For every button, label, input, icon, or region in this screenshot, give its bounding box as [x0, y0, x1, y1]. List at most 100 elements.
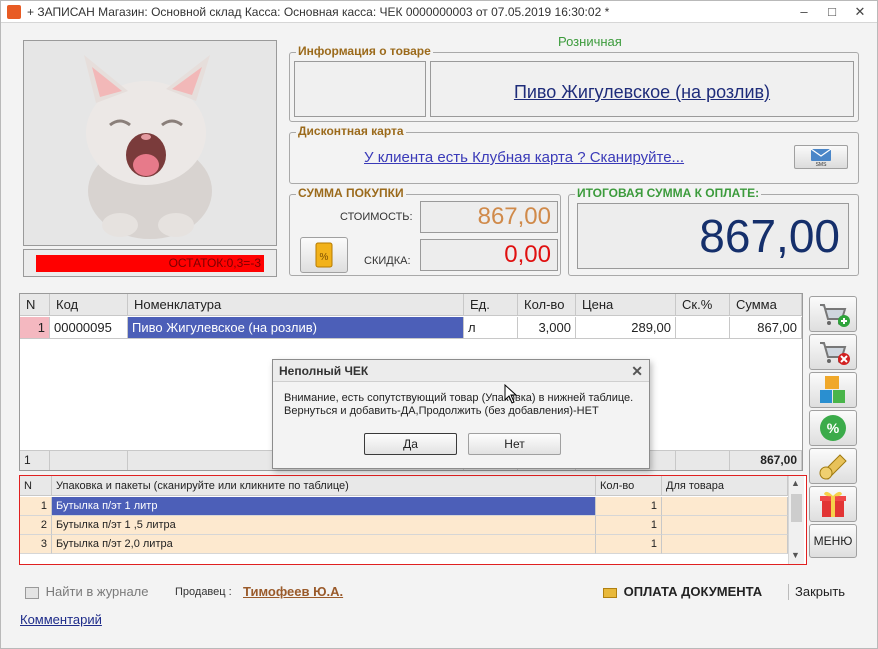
row-disc[interactable]	[676, 317, 730, 339]
col-price-header[interactable]: Цена	[576, 294, 676, 316]
find-in-journal-link[interactable]: Найти в журнале	[25, 584, 149, 599]
total-group: ИТОГОВАЯ СУММА К ОПЛАТЕ: 867,00	[568, 186, 859, 276]
pack-row[interactable]: 1 Бутылка п/эт 1 литр 1	[20, 497, 788, 516]
col-n-header[interactable]: N	[20, 294, 50, 316]
comment-link[interactable]: Комментарий	[20, 612, 102, 627]
cart-add-icon	[820, 304, 850, 327]
total-value: 867,00	[577, 203, 849, 269]
pay-document-button[interactable]: ОПЛАТА ДОКУМЕНТА	[603, 584, 762, 599]
col-name-header[interactable]: Номенклатура	[128, 294, 464, 316]
pay-document-label: ОПЛАТА ДОКУМЕНТА	[623, 584, 763, 599]
pack-col-n-header[interactable]: N	[20, 476, 52, 496]
row-name[interactable]: Пиво Жигулевское (на розлив)	[128, 317, 464, 339]
pack-row-n[interactable]: 2	[20, 516, 52, 535]
purchase-sum-group: СУММА ПОКУПКИ СТОИМОСТЬ: 867,00 % СКИДКА…	[289, 186, 561, 276]
pack-row-for[interactable]	[662, 516, 788, 535]
pack-row[interactable]: 3 Бутылка п/эт 2,0 литра 1	[20, 535, 788, 554]
dialog-no-button[interactable]: Нет	[468, 433, 561, 455]
measure-button[interactable]	[809, 448, 857, 484]
footer-cell	[50, 451, 128, 470]
pack-row-name[interactable]: Бутылка п/эт 1 ,5 литра	[52, 516, 596, 535]
club-card-link[interactable]: У клиента есть Клубная карта ? Сканируйт…	[364, 149, 684, 166]
svg-text:%: %	[827, 420, 840, 436]
pack-row-name[interactable]: Бутылка п/эт 1 литр	[52, 497, 596, 516]
scroll-thumb[interactable]	[791, 494, 802, 522]
col-disc-header[interactable]: Ск.%	[676, 294, 730, 316]
pack-row-qty[interactable]: 1	[596, 535, 662, 554]
pack-scrollbar[interactable]: ▲ ▼	[788, 476, 804, 564]
pack-row-qty[interactable]: 1	[596, 516, 662, 535]
pack-row[interactable]: 2 Бутылка п/эт 1 ,5 литра 1	[20, 516, 788, 535]
pack-row-name[interactable]: Бутылка п/эт 2,0 литра	[52, 535, 596, 554]
discount-label: СКИДКА:	[364, 255, 411, 267]
product-info-group: Информация о товаре Пиво Жигулевское (на…	[289, 44, 859, 122]
discount-value: 0,00	[420, 239, 558, 271]
pack-row-for[interactable]	[662, 497, 788, 516]
pay-folder-icon	[603, 587, 617, 598]
col-sum-header[interactable]: Сумма	[730, 294, 802, 316]
dialog-title: Неполный ЧЕК	[279, 364, 369, 378]
stock-frame: ОСТАТОК:0,3=-3	[23, 249, 277, 277]
svg-text:%: %	[320, 252, 329, 263]
discount-card-legend: Дисконтная карта	[296, 124, 406, 138]
row-price[interactable]: 289,00	[576, 317, 676, 339]
app-icon	[7, 5, 21, 19]
discount-percent-button[interactable]: %	[809, 410, 857, 446]
cart-remove-icon	[820, 342, 850, 365]
pack-row-for[interactable]	[662, 535, 788, 554]
main-window: + ЗАПИСАН Магазин: Основной склад Касса:…	[0, 0, 878, 649]
tape-measure-icon	[819, 454, 847, 480]
pack-col-for-header[interactable]: Для товара	[662, 476, 788, 496]
pack-row-n[interactable]: 1	[20, 497, 52, 516]
close-form-button[interactable]: Закрыть	[795, 584, 845, 599]
cost-value: 867,00	[420, 201, 558, 233]
dialog-message-line2: Вернуться и добавить-ДА,Продолжить (без …	[284, 405, 599, 417]
dialog-yes-button[interactable]: Да	[364, 433, 457, 455]
coupon-icon: %	[315, 242, 333, 268]
remove-from-cart-button[interactable]	[809, 334, 857, 370]
price-type-label: Розничная	[558, 34, 622, 49]
add-to-cart-button[interactable]	[809, 296, 857, 332]
packaging-table[interactable]: N Упаковка и пакеты (сканируйте или клик…	[19, 475, 807, 565]
menu-button[interactable]: МЕНЮ	[809, 524, 857, 558]
pack-col-qty-header[interactable]: Кол-во	[596, 476, 662, 496]
discount-coupon-button[interactable]: %	[300, 237, 348, 273]
minimize-button[interactable]: –	[791, 1, 817, 23]
col-qty-header[interactable]: Кол-во	[518, 294, 576, 316]
dialog-close-button[interactable]: ✕	[631, 360, 643, 382]
scroll-down-icon[interactable]: ▼	[791, 550, 800, 560]
find-in-journal-label: Найти в журнале	[45, 584, 149, 599]
title-bar: + ЗАПИСАН Магазин: Основной склад Касса:…	[1, 1, 877, 23]
blocks-button[interactable]	[809, 372, 857, 408]
row-code[interactable]: 00000095	[50, 317, 128, 339]
row-unit[interactable]: л	[464, 317, 518, 339]
pack-row-n[interactable]: 3	[20, 535, 52, 554]
journal-icon	[25, 586, 39, 599]
close-button[interactable]: ✕	[847, 1, 873, 23]
col-code-header[interactable]: Код	[50, 294, 128, 316]
pack-row-qty[interactable]: 1	[596, 497, 662, 516]
footer-count: 1	[20, 451, 50, 470]
product-name-link[interactable]: Пиво Жигулевское (на розлив)	[431, 82, 853, 103]
discount-card-group: Дисконтная карта У клиента есть Клубная …	[289, 124, 859, 184]
pack-col-name-header[interactable]: Упаковка и пакеты (сканируйте или кликни…	[52, 476, 596, 496]
maximize-button[interactable]: □	[819, 1, 845, 23]
incomplete-receipt-dialog: Неполный ЧЕК ✕ Внимание, есть сопутствую…	[272, 359, 650, 469]
dialog-message: Внимание, есть сопутствующий товар (Упак…	[284, 392, 644, 418]
footer-cell	[676, 451, 730, 470]
bottom-divider	[788, 584, 789, 600]
col-unit-header[interactable]: Ед.	[464, 294, 518, 316]
row-sum[interactable]: 867,00	[730, 317, 802, 339]
sms-button[interactable]: SMS	[794, 145, 848, 169]
cost-label: СТОИМОСТЬ:	[340, 211, 413, 223]
blocks-icon	[820, 376, 845, 403]
dialog-message-line1: Внимание, есть сопутствующий товар (Упак…	[284, 392, 634, 404]
gift-button[interactable]	[809, 486, 857, 522]
scroll-up-icon[interactable]: ▲	[791, 478, 800, 488]
product-info-image-box	[294, 61, 426, 117]
seller-name-link[interactable]: Тимофеев Ю.А.	[243, 584, 343, 599]
purchase-sum-legend: СУММА ПОКУПКИ	[296, 186, 406, 200]
dialog-title-bar: Неполный ЧЕК ✕	[273, 360, 649, 382]
row-qty[interactable]: 3,000	[518, 317, 576, 339]
row-n[interactable]: 1	[20, 317, 50, 339]
